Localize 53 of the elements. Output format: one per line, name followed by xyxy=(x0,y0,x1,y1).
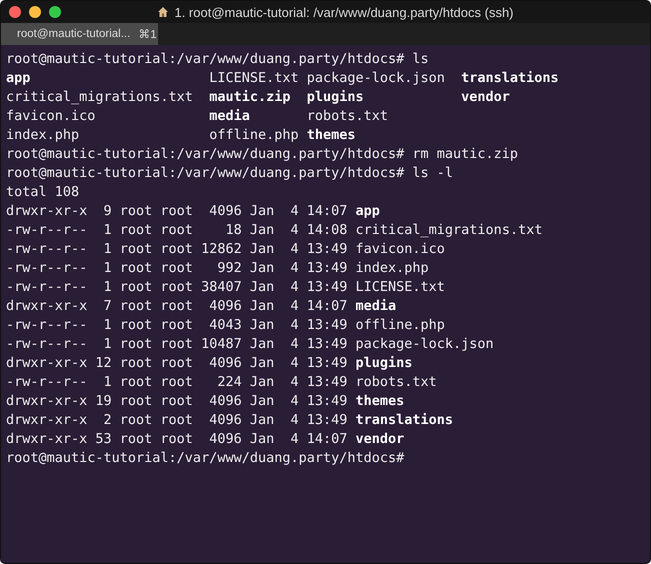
output-line: total 108 xyxy=(6,184,80,200)
file-details: -rw-r--r-- 1 root root 18 Jan 4 14:08 xyxy=(6,222,348,238)
file-name: favicon.ico xyxy=(356,241,445,257)
file-name: package-lock.json xyxy=(306,70,445,86)
file-details: -rw-r--r-- 1 root root 10487 Jan 4 13:49 xyxy=(6,336,348,352)
file-name: themes xyxy=(356,393,404,409)
prompt-line: root@mautic-tutorial:/var/www/duang.party/htdocs# xyxy=(6,450,404,466)
file-details: drwxr-xr-x 7 root root 4096 Jan 4 14:07 xyxy=(6,298,348,314)
file-name: translations xyxy=(461,70,559,86)
tab-label: root@mautic-tutorial... xyxy=(17,28,130,40)
file-name: offline.php xyxy=(356,317,445,333)
file-name: app xyxy=(6,70,30,86)
file-name: LICENSE.txt xyxy=(209,70,299,86)
file-name: vendor xyxy=(356,431,404,447)
file-details: drwxr-xr-x 2 root root 4096 Jan 4 13:49 xyxy=(6,412,348,428)
file-name: mautic.zip xyxy=(209,89,290,105)
file-name: media xyxy=(356,298,396,314)
file-name: translations xyxy=(356,412,454,428)
file-name: index.php xyxy=(356,260,429,276)
prompt-line: root@mautic-tutorial:/var/www/duang.party/htdocs# rm mautic.zip xyxy=(6,146,518,162)
file-name: themes xyxy=(306,127,356,143)
file-name: plugins xyxy=(356,355,412,371)
prompt-line: root@mautic-tutorial:/var/www/duang.party/htdocs# ls xyxy=(6,51,429,67)
file-name: critical_migrations.txt xyxy=(356,222,542,238)
file-name: robots.txt xyxy=(306,108,388,124)
file-details: drwxr-xr-x 12 root root 4096 Jan 4 13:49 xyxy=(6,355,348,371)
file-details: -rw-r--r-- 1 root root 4043 Jan 4 13:49 xyxy=(6,317,348,333)
file-details: -rw-r--r-- 1 root root 12862 Jan 4 13:49 xyxy=(6,241,348,257)
house-icon xyxy=(157,6,170,18)
window-title: 1. root@mautic-tutorial: /var/www/duang.party/htdocs (ssh) xyxy=(174,4,514,20)
file-name: vendor xyxy=(461,89,510,105)
file-name: favicon.ico xyxy=(6,108,96,124)
zoom-button[interactable] xyxy=(49,6,61,18)
file-name: offline.php xyxy=(209,127,299,143)
file-details: drwxr-xr-x 19 root root 4096 Jan 4 13:49 xyxy=(6,393,348,409)
terminal-tab[interactable]: root@mautic-tutorial... ⌘1 xyxy=(1,23,158,45)
file-details: drwxr-xr-x 9 root root 4096 Jan 4 14:07 xyxy=(6,203,348,219)
file-details: -rw-r--r-- 1 root root 38407 Jan 4 13:49 xyxy=(6,279,348,295)
file-details: -rw-r--r-- 1 root root 992 Jan 4 13:49 xyxy=(6,260,348,276)
file-details: -rw-r--r-- 1 root root 224 Jan 4 13:49 xyxy=(6,374,348,390)
file-name: media xyxy=(209,108,250,124)
file-name: LICENSE.txt xyxy=(356,279,445,295)
file-name: package-lock.json xyxy=(356,336,494,352)
close-button[interactable] xyxy=(9,6,21,18)
file-name: app xyxy=(356,203,380,219)
file-details: drwxr-xr-x 53 root root 4096 Jan 4 14:07 xyxy=(6,431,348,447)
file-name: index.php xyxy=(6,127,80,143)
file-name: robots.txt xyxy=(356,374,437,390)
tab-shortcut: ⌘1 xyxy=(138,28,157,41)
minimize-button[interactable] xyxy=(29,6,41,18)
file-name: plugins xyxy=(306,89,364,105)
file-name: critical_migrations.txt xyxy=(6,89,193,105)
prompt-line: root@mautic-tutorial:/var/www/duang.party/htdocs# ls -l xyxy=(6,165,454,181)
